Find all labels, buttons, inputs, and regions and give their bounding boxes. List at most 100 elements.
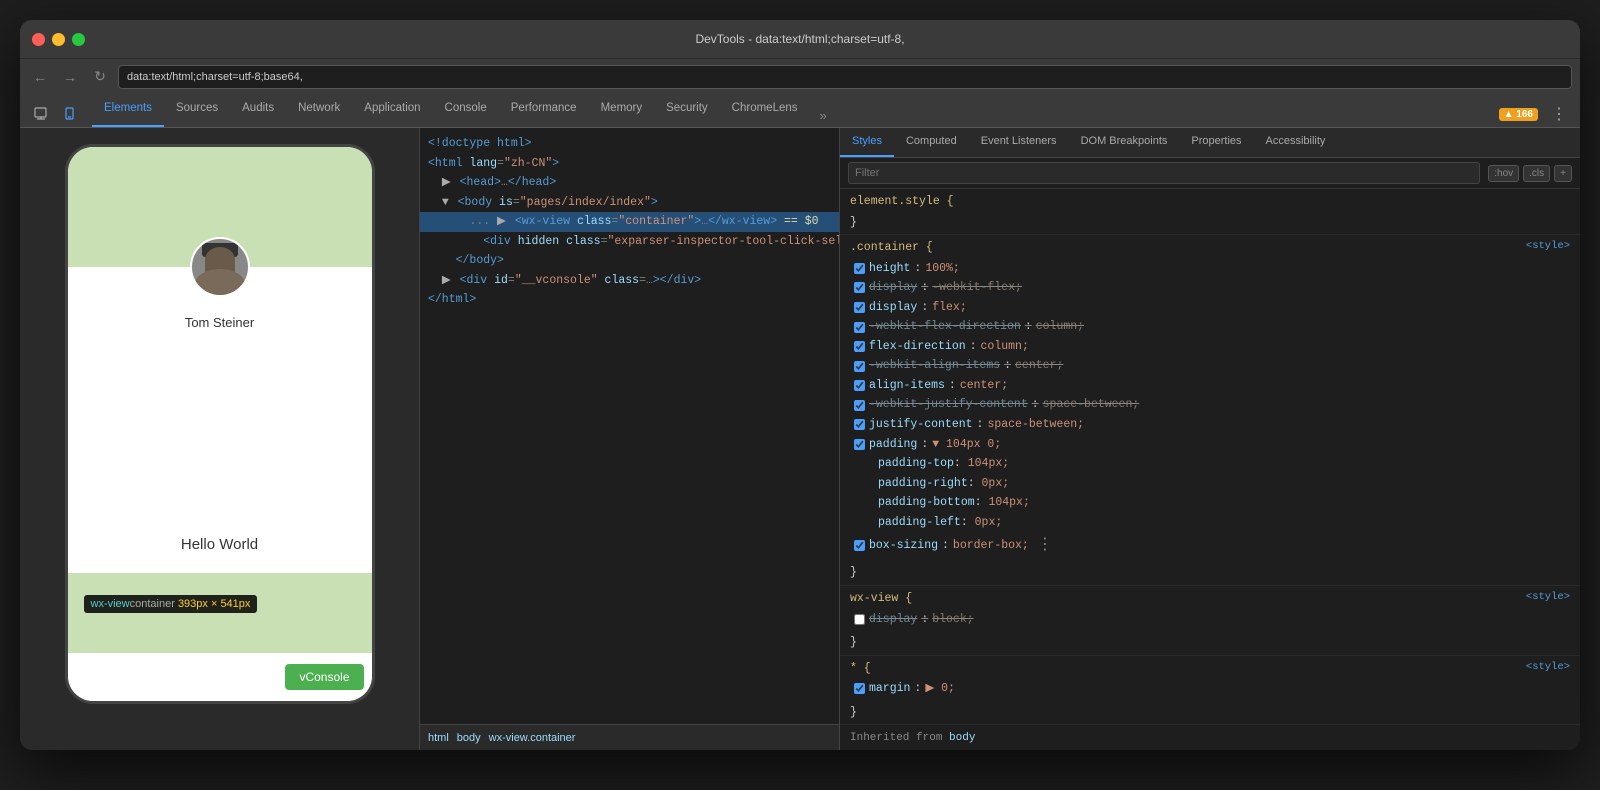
tab-application[interactable]: Application (352, 94, 432, 127)
style-checkbox-webkit-align[interactable] (854, 361, 865, 372)
style-prop-padding-bottom: padding-bottom: 104px; (850, 493, 1570, 513)
style-rule-star: * { <style> margin: ▶ 0; } (840, 656, 1580, 726)
style-prop-padding: padding: ▼ 104px 0; (850, 435, 1570, 455)
style-source-wxview[interactable]: <style> (1526, 589, 1570, 609)
html-line-vconsole: ▶ <div id="__vconsole" class=…></div> (420, 271, 839, 291)
style-checkbox-wxview-display[interactable] (854, 614, 865, 625)
back-button[interactable]: ← (28, 65, 52, 89)
html-line-head: ▶ <head>…</head> (420, 173, 839, 193)
style-props-star: margin: ▶ 0; (840, 679, 1580, 703)
styles-filter-input[interactable] (848, 162, 1480, 184)
style-rule-inherited: Inherited from body body { <style> curso… (840, 725, 1580, 750)
style-props-wxview: display: block; (840, 610, 1580, 634)
phone-hello-text: Hello World (181, 536, 258, 553)
style-checkbox-justify[interactable] (854, 419, 865, 430)
devtools-tab-bar: Elements Sources Audits Network Applicat… (20, 94, 1580, 128)
styles-tab-computed[interactable]: Computed (894, 128, 969, 157)
style-prop-star-margin: margin: ▶ 0; (850, 679, 1570, 699)
style-prop-flex-direction: flex-direction: column; (850, 337, 1570, 357)
tab-network[interactable]: Network (286, 94, 352, 127)
tab-chromelens[interactable]: ChromeLens (720, 94, 810, 127)
style-prop-webkit-align-items: -webkit-align-items: center; (850, 356, 1570, 376)
styles-content: element.style { } .container { <style> (840, 189, 1580, 750)
inspect-icon[interactable] (28, 101, 54, 127)
style-source-container[interactable]: <style> (1526, 238, 1570, 258)
tab-performance[interactable]: Performance (499, 94, 589, 127)
breadcrumb-html[interactable]: html (428, 732, 449, 744)
preview-panel: Tom Steiner Hello World vConsole wx-view… (20, 128, 420, 750)
window-title: DevTools - data:text/html;charset=utf-8, (695, 32, 904, 46)
maximize-button[interactable] (72, 33, 85, 46)
phone-bottom-bar: vConsole (68, 653, 372, 701)
traffic-lights (32, 33, 85, 46)
forward-button[interactable]: → (58, 65, 82, 89)
breadcrumb-wxview[interactable]: wx-view.container (489, 732, 576, 744)
devtools-content: Tom Steiner Hello World vConsole wx-view… (20, 128, 1580, 750)
tab-elements[interactable]: Elements (92, 94, 164, 127)
breadcrumb-body[interactable]: body (457, 732, 481, 744)
style-prop-box-sizing: box-sizing: border-box; ⋮ (850, 532, 1570, 559)
html-line-body-close: </body> (420, 251, 839, 271)
tab-audits[interactable]: Audits (230, 94, 286, 127)
style-rule-star-header: * { <style> (840, 656, 1580, 680)
style-prop-webkit-justify: -webkit-justify-content: space-between; (850, 395, 1570, 415)
style-selector-wxview: wx-view { (850, 589, 912, 609)
url-bar[interactable] (118, 65, 1572, 89)
styles-filter-buttons: :hov .cls + (1488, 165, 1572, 182)
style-prop-padding-right: padding-right: 0px; (850, 474, 1570, 494)
styles-tab-accessibility[interactable]: Accessibility (1254, 128, 1338, 157)
styles-tab-dom-breakpoints[interactable]: DOM Breakpoints (1069, 128, 1180, 157)
style-checkbox-margin[interactable] (854, 683, 865, 694)
tab-sources[interactable]: Sources (164, 94, 230, 127)
warning-badge[interactable]: ▲ 166 (1499, 108, 1538, 121)
styles-tab-bar: Styles Computed Event Listeners DOM Brea… (840, 128, 1580, 158)
tab-memory[interactable]: Memory (589, 94, 655, 127)
device-icon[interactable] (58, 101, 84, 127)
style-source-star[interactable]: <style> (1526, 659, 1570, 679)
settings-icon[interactable]: ⋮ (1546, 101, 1572, 127)
style-checkbox-webkit-justify[interactable] (854, 400, 865, 411)
style-rule-wxview-header: wx-view { <style> (840, 586, 1580, 610)
style-checkbox-display[interactable] (854, 302, 865, 313)
styles-filter-bar: :hov .cls + (840, 158, 1580, 189)
styles-tab-styles[interactable]: Styles (840, 128, 894, 157)
style-checkbox-webkit-flex-dir[interactable] (854, 322, 865, 333)
inherited-from-label: Inherited from body (840, 725, 1580, 750)
style-checkbox-padding[interactable] (854, 439, 865, 450)
styles-tab-event-listeners[interactable]: Event Listeners (969, 128, 1069, 157)
style-selector-element: element.style { (850, 192, 954, 212)
devtools-panel: Elements Sources Audits Network Applicat… (20, 94, 1580, 750)
style-more-options[interactable]: ⋮ (1033, 532, 1057, 559)
add-style-button[interactable]: + (1554, 165, 1572, 182)
style-checkbox-height[interactable] (854, 263, 865, 274)
styles-tab-properties[interactable]: Properties (1179, 128, 1253, 157)
style-checkbox-display-webkit[interactable] (854, 282, 865, 293)
reload-button[interactable]: ↻ (88, 65, 112, 89)
html-breadcrumb: html body wx-view.container (420, 724, 839, 750)
style-selector-star: * { (850, 659, 871, 679)
phone-white-area: Tom Steiner Hello World (68, 267, 372, 573)
style-prop-height: height: 100%; (850, 259, 1570, 279)
hov-button[interactable]: :hov (1488, 165, 1519, 182)
style-checkbox-flex-dir[interactable] (854, 341, 865, 352)
html-line-html-close: </html> (420, 290, 839, 310)
style-checkbox-align-items[interactable] (854, 380, 865, 391)
tab-console[interactable]: Console (433, 94, 499, 127)
style-rule-wxview-close: } (840, 633, 1580, 655)
style-rule-element-header: element.style { (840, 189, 1580, 213)
html-line-wxview[interactable]: ... ▶ <wx-view class="container">…</wx-v… (420, 212, 839, 232)
close-button[interactable] (32, 33, 45, 46)
phone-username: Tom Steiner (185, 315, 254, 330)
style-prop-padding-top: padding-top: 104px; (850, 454, 1570, 474)
style-selector-container: .container { (850, 238, 933, 258)
phone-frame: Tom Steiner Hello World vConsole wx-view… (65, 144, 375, 704)
cls-button[interactable]: .cls (1523, 165, 1550, 182)
minimize-button[interactable] (52, 33, 65, 46)
style-rule-container: .container { <style> height: 100%; displ… (840, 235, 1580, 586)
tab-security[interactable]: Security (654, 94, 720, 127)
style-rule-container-close: } (840, 563, 1580, 585)
vconsole-button[interactable]: vConsole (285, 664, 363, 690)
style-checkbox-box-sizing[interactable] (854, 540, 865, 551)
style-prop-display: display: flex; (850, 298, 1570, 318)
more-tabs-button[interactable]: » (814, 104, 833, 127)
